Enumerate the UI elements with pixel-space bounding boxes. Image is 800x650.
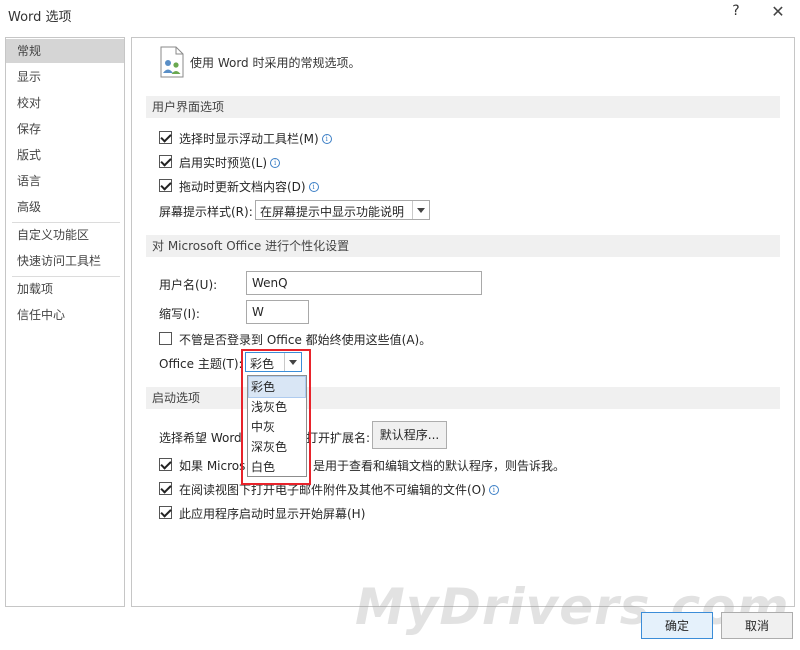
section-personalize: 对 Microsoft Office 进行个性化设置: [146, 235, 780, 257]
sidebar: 常规 显示 校对 保存 版式 语言 高级 自定义功能区 快速访问工具栏 加载项 …: [5, 37, 125, 607]
info-icon: i: [308, 182, 319, 192]
help-icon[interactable]: ?: [726, 3, 746, 23]
mini-toolbar-checkbox[interactable]: [159, 131, 172, 144]
theme-dropdown-list: 彩色 浅灰色 中灰 深灰色 白色: [247, 375, 307, 477]
screentip-label: 屏幕提示样式(R):: [159, 205, 253, 219]
section-startup: 启动选项: [146, 387, 780, 409]
info-icon: i: [270, 158, 281, 168]
sidebar-item-display[interactable]: 显示: [6, 65, 124, 89]
cancel-button[interactable]: 取消: [721, 612, 793, 639]
update-drag-label: 拖动时更新文档内容(D): [179, 180, 306, 194]
chevron-down-icon: [284, 353, 301, 371]
always-use-checkbox[interactable]: [159, 332, 172, 345]
screentip-value: 在屏幕提示中显示功能说明: [260, 205, 405, 219]
theme-label: Office 主题(T):: [159, 357, 243, 371]
panel-description: 使用 Word 时采用的常规选项。: [190, 56, 361, 70]
title-bar: Word 选项 ? ✕: [0, 0, 800, 28]
info-icon: i: [488, 485, 499, 495]
default-program-label-right: 打开扩展名:: [306, 431, 371, 445]
update-drag-checkbox[interactable]: [159, 179, 172, 192]
screentip-select[interactable]: 在屏幕提示中显示功能说明: [255, 200, 430, 220]
username-label: 用户名(U):: [159, 278, 218, 292]
open-attachments-label: 在阅读视图下打开电子邮件附件及其他不可编辑的文件(O): [179, 483, 486, 497]
sidebar-item-save[interactable]: 保存: [6, 117, 124, 141]
show-start-label: 此应用程序启动时显示开始屏幕(H): [179, 507, 366, 521]
section-ui-options: 用户界面选项: [146, 96, 780, 118]
sidebar-item-layout[interactable]: 版式: [6, 143, 124, 167]
close-icon[interactable]: ✕: [766, 2, 790, 24]
theme-option-light-gray[interactable]: 浅灰色: [249, 397, 305, 417]
sidebar-item-general[interactable]: 常规: [6, 39, 124, 63]
info-icon: i: [321, 134, 332, 144]
initials-input[interactable]: W: [246, 300, 309, 324]
mini-toolbar-label: 选择时显示浮动工具栏(M): [179, 132, 319, 146]
theme-option-dark-gray[interactable]: 深灰色: [249, 437, 305, 457]
chevron-down-icon: [412, 201, 429, 219]
sidebar-item-quick-access[interactable]: 快速访问工具栏: [6, 249, 124, 273]
theme-option-colorful[interactable]: 彩色: [248, 376, 306, 398]
sidebar-item-addins[interactable]: 加载项: [6, 277, 124, 301]
sidebar-item-trust-center[interactable]: 信任中心: [6, 303, 124, 327]
live-preview-checkbox[interactable]: [159, 155, 172, 168]
initials-label: 缩写(I):: [159, 307, 200, 321]
always-use-label: 不管是否登录到 Office 都始终使用这些值(A)。: [179, 333, 432, 347]
window-title: Word 选项: [8, 10, 72, 25]
show-start-checkbox[interactable]: [159, 506, 172, 519]
default-program-label-left: 选择希望 Word: [159, 431, 242, 445]
username-input[interactable]: WenQ: [246, 271, 482, 295]
sidebar-item-customize-ribbon[interactable]: 自定义功能区: [6, 223, 124, 247]
tell-me-label-left: 如果 Micros: [179, 459, 246, 473]
options-panel: 使用 Word 时采用的常规选项。 用户界面选项 选择时显示浮动工具栏(M) i …: [131, 37, 795, 607]
default-programs-button[interactable]: 默认程序...: [372, 421, 447, 449]
sidebar-item-advanced[interactable]: 高级: [6, 195, 124, 219]
theme-option-white[interactable]: 白色: [249, 457, 305, 477]
live-preview-label: 启用实时预览(L): [179, 156, 268, 170]
tell-me-label-right: 是用于查看和编辑文档的默认程序，则告诉我。: [313, 459, 566, 473]
theme-select[interactable]: 彩色: [245, 352, 302, 372]
open-attachments-checkbox[interactable]: [159, 482, 172, 495]
theme-value: 彩色: [250, 357, 275, 371]
sidebar-item-proofing[interactable]: 校对: [6, 91, 124, 115]
theme-option-medium-gray[interactable]: 中灰: [249, 417, 305, 437]
sidebar-item-language[interactable]: 语言: [6, 169, 124, 193]
tell-me-checkbox[interactable]: [159, 458, 172, 471]
ok-button[interactable]: 确定: [641, 612, 713, 639]
settings-people-icon: [160, 46, 184, 78]
